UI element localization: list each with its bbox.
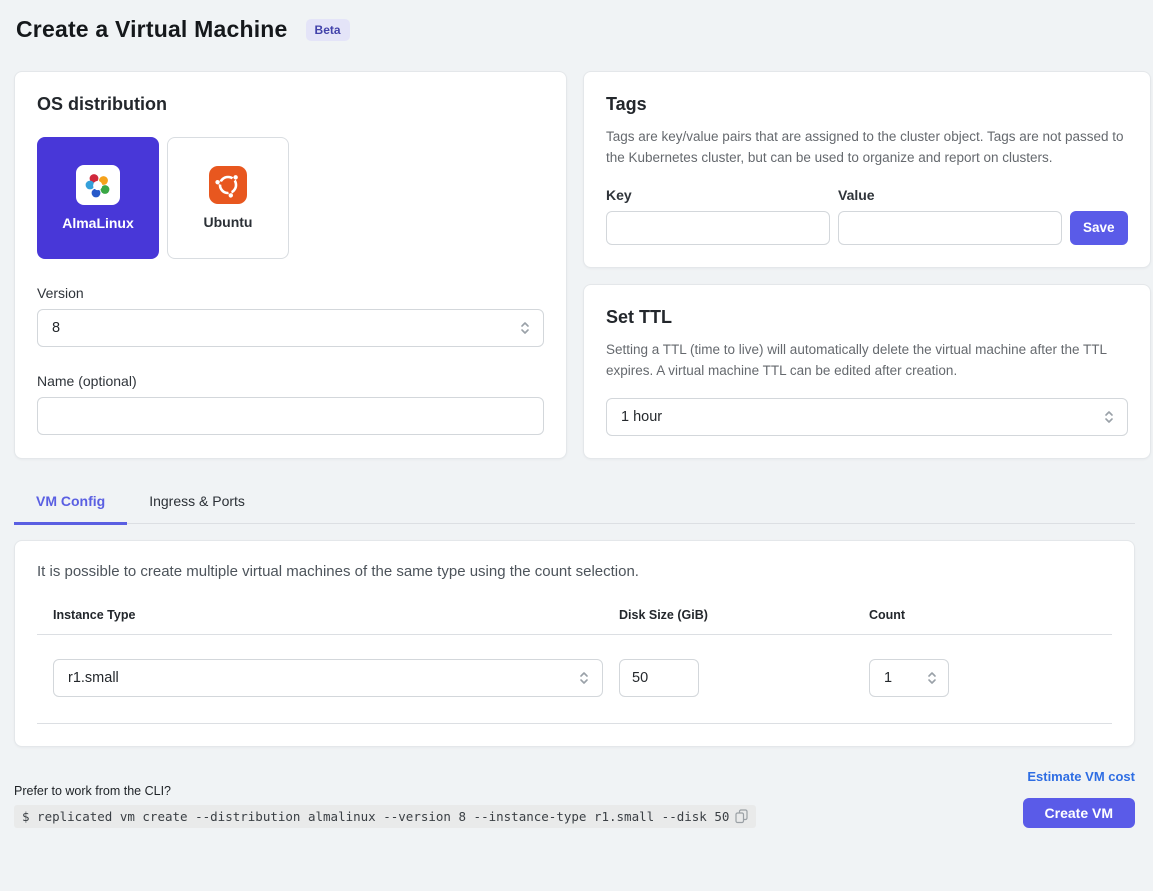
- os-tiles: AlmaLinux: [37, 137, 544, 259]
- instance-type-select[interactable]: r1.small: [53, 659, 603, 697]
- column-disk-size: Disk Size (GiB): [603, 608, 853, 622]
- top-cards: OS distribution AlmaLinux: [14, 71, 1135, 459]
- os-tile-label: Ubuntu: [204, 214, 253, 230]
- ttl-select[interactable]: 1 hour: [606, 398, 1128, 436]
- vm-config-card: It is possible to create multiple virtua…: [14, 540, 1135, 747]
- version-select-value: 8: [52, 320, 60, 336]
- create-vm-button[interactable]: Create VM: [1023, 798, 1135, 828]
- ttl-card-title: Set TTL: [606, 307, 1128, 328]
- tag-labels-row: Key Value: [606, 187, 1128, 203]
- os-distribution-card: OS distribution AlmaLinux: [14, 71, 567, 459]
- vm-table: Instance Type Disk Size (GiB) Count r1.s…: [37, 608, 1112, 724]
- disk-size-input[interactable]: [619, 659, 699, 697]
- ttl-card-description: Setting a TTL (time to live) will automa…: [606, 340, 1128, 382]
- tag-value-label: Value: [838, 187, 1070, 203]
- version-select[interactable]: 8: [37, 309, 544, 347]
- beta-badge: Beta: [306, 19, 350, 41]
- save-tag-button[interactable]: Save: [1070, 211, 1128, 245]
- os-tile-almalinux[interactable]: AlmaLinux: [37, 137, 159, 259]
- tag-value-input[interactable]: [838, 211, 1062, 245]
- tag-key-input[interactable]: [606, 211, 830, 245]
- cli-section: Prefer to work from the CLI? $ replicate…: [14, 784, 1023, 828]
- footer-actions: Estimate VM cost Create VM: [1023, 769, 1135, 828]
- copy-icon[interactable]: [735, 809, 748, 824]
- page-footer: Prefer to work from the CLI? $ replicate…: [14, 769, 1135, 828]
- tags-card-title: Tags: [606, 94, 1128, 115]
- os-tile-label: AlmaLinux: [62, 215, 134, 231]
- page-header: Create a Virtual Machine Beta: [16, 16, 1135, 43]
- vm-table-row: r1.small 1: [37, 635, 1112, 724]
- instance-type-value: r1.small: [68, 670, 119, 686]
- count-stepper[interactable]: 1: [869, 659, 949, 697]
- tags-card-description: Tags are key/value pairs that are assign…: [606, 127, 1128, 169]
- chevron-up-down-icon: [926, 669, 938, 687]
- cli-command-text: $ replicated vm create --distribution al…: [22, 809, 729, 824]
- tab-ingress-ports[interactable]: Ingress & Ports: [127, 483, 267, 523]
- vm-name-label: Name (optional): [37, 373, 544, 389]
- version-label: Version: [37, 285, 544, 301]
- tab-vm-config[interactable]: VM Config: [14, 483, 127, 525]
- chevron-up-down-icon: [1103, 408, 1115, 426]
- ubuntu-icon: [209, 166, 247, 204]
- vm-config-description: It is possible to create multiple virtua…: [37, 563, 1112, 580]
- set-ttl-card: Set TTL Setting a TTL (time to live) wil…: [583, 284, 1151, 459]
- right-column: Tags Tags are key/value pairs that are a…: [583, 71, 1151, 459]
- os-card-title: OS distribution: [37, 94, 544, 115]
- cli-prompt-text: Prefer to work from the CLI?: [14, 784, 1023, 798]
- tags-card: Tags Tags are key/value pairs that are a…: [583, 71, 1151, 268]
- tag-inputs-row: Save: [606, 211, 1128, 245]
- column-count: Count: [853, 608, 1112, 622]
- vm-name-input[interactable]: [37, 397, 544, 435]
- vm-table-header: Instance Type Disk Size (GiB) Count: [37, 608, 1112, 635]
- tab-bar: VM Config Ingress & Ports: [14, 483, 1135, 524]
- tag-key-label: Key: [606, 187, 838, 203]
- cli-command-bar: $ replicated vm create --distribution al…: [14, 805, 756, 828]
- count-value: 1: [884, 670, 892, 686]
- page-title: Create a Virtual Machine: [16, 16, 288, 43]
- almalinux-icon: [76, 165, 120, 205]
- estimate-vm-cost-link[interactable]: Estimate VM cost: [1027, 769, 1135, 784]
- chevron-up-down-icon: [519, 319, 531, 337]
- column-instance-type: Instance Type: [37, 608, 603, 622]
- os-tile-ubuntu[interactable]: Ubuntu: [167, 137, 289, 259]
- chevron-up-down-icon: [578, 669, 590, 687]
- ttl-select-value: 1 hour: [621, 409, 662, 425]
